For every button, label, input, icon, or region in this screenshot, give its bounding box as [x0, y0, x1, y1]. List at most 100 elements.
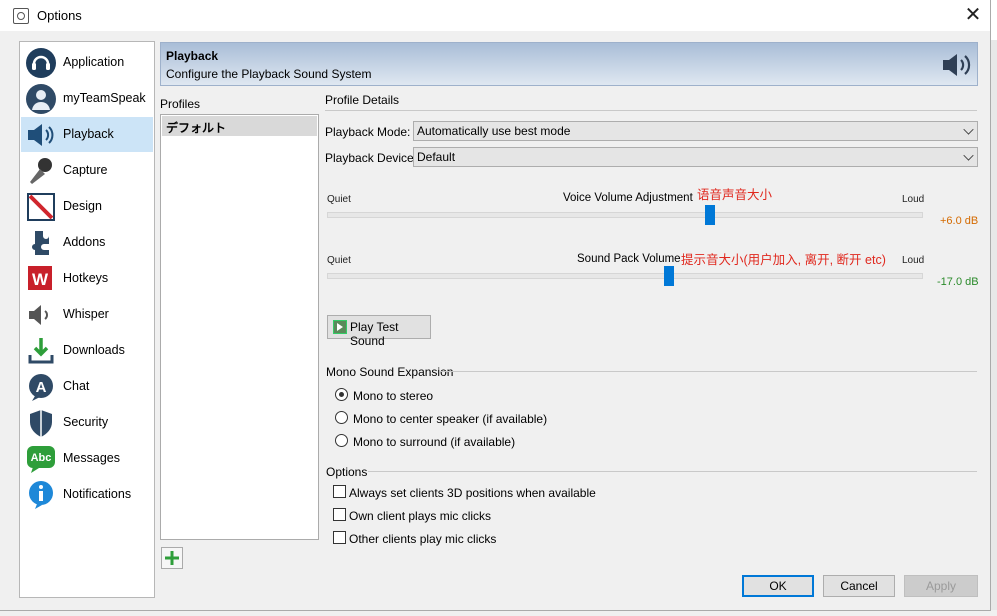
sound-pack-slider-track[interactable]	[327, 273, 923, 279]
other-mic-clicks-checkbox[interactable]	[333, 531, 346, 544]
playback-mode-label: Playback Mode:	[325, 125, 411, 139]
divider	[325, 110, 977, 111]
profiles-label: Profiles	[160, 97, 201, 111]
sound-pack-annotation: 提示音大小(用户加入, 离开, 断开 etc)	[681, 253, 886, 267]
apply-button[interactable]: Apply	[904, 575, 978, 597]
playback-mode-value: Automatically use best mode	[417, 124, 571, 138]
svg-text:Abc: Abc	[31, 452, 52, 464]
page-subtitle: Configure the Playback Sound System	[166, 67, 372, 81]
sidebar-item-addons[interactable]: Addons	[21, 225, 153, 260]
title-bar: Options ✕	[0, 0, 990, 31]
mono-to-center-label: Mono to center speaker (if available)	[353, 412, 548, 426]
sidebar-item-hotkeys[interactable]: W Hotkeys	[21, 261, 153, 296]
headset-icon	[25, 47, 57, 79]
sidebar-item-label: Security	[63, 415, 109, 429]
sidebar-item-messages[interactable]: Abc Messages	[21, 441, 153, 476]
own-mic-clicks-label: Own client plays mic clicks	[349, 509, 492, 523]
sidebar-item-capture[interactable]: Capture	[21, 153, 153, 188]
user-badge-icon	[25, 83, 57, 115]
add-profile-button[interactable]	[161, 547, 183, 569]
sidebar-item-security[interactable]: Security	[21, 405, 153, 440]
whisper-speaker-icon	[25, 299, 57, 331]
chevron-down-icon	[963, 124, 974, 135]
sidebar-item-label: Downloads	[63, 343, 125, 357]
sidebar-item-downloads[interactable]: Downloads	[21, 333, 153, 368]
sidebar-item-label: Chat	[63, 379, 90, 393]
play-test-sound-button[interactable]: Play Test Sound	[327, 315, 431, 348]
sound-pack-slider-thumb[interactable]	[663, 266, 674, 286]
always-3d-positions-label: Always set clients 3D positions when ava…	[349, 486, 596, 500]
voice-volume-annotation: 语音声音大小	[697, 188, 773, 202]
own-mic-clicks-checkbox[interactable]	[333, 508, 346, 521]
sidebar-item-myteamspeak[interactable]: myTeamSpeak	[21, 81, 153, 116]
sidebar-item-whisper[interactable]: Whisper	[21, 297, 153, 332]
profile-item-label: デフォルト	[166, 121, 227, 135]
mono-expansion-title: Mono Sound Expansion	[326, 365, 454, 379]
download-icon	[25, 335, 57, 367]
profile-item-default[interactable]: デフォルト	[162, 116, 317, 136]
play-test-sound-label: Play Test Sound	[350, 320, 399, 348]
hotkey-w-icon: W	[25, 263, 57, 295]
sound-pack-title: Sound Pack Volume	[577, 253, 681, 265]
divider	[368, 471, 977, 472]
profile-details-label: Profile Details	[325, 93, 400, 107]
svg-text:A: A	[36, 379, 47, 396]
sidebar-item-design[interactable]: Design	[21, 189, 153, 224]
mono-to-center-radio[interactable]	[335, 411, 348, 424]
mono-to-stereo-label: Mono to stereo	[353, 389, 434, 403]
sidebar-item-label: Application	[63, 55, 125, 69]
profiles-list[interactable]: デフォルト	[160, 114, 319, 540]
voice-volume-slider-track[interactable]	[327, 212, 923, 218]
sidebar-item-playback[interactable]: Playback	[21, 117, 153, 152]
sound-pack-db: -17.0 dB	[937, 276, 979, 288]
microphone-icon	[25, 155, 57, 187]
playback-device-value: Default	[417, 150, 456, 164]
sidebar-item-label: Messages	[63, 451, 120, 465]
design-icon	[25, 191, 57, 223]
info-icon	[25, 479, 57, 511]
sidebar-item-label: Capture	[63, 163, 108, 177]
close-icon[interactable]: ✕	[958, 2, 988, 28]
playback-mode-select[interactable]: Automatically use best mode	[413, 121, 978, 141]
play-icon	[333, 320, 347, 334]
options-window-icon	[13, 8, 29, 24]
page-title: Playback	[166, 49, 219, 63]
page-header: Playback Configure the Playback Sound Sy…	[160, 42, 978, 86]
sidebar-item-label: Design	[63, 199, 102, 213]
options-dialog: Options ✕ Application myTeamSpeak Playba…	[0, 0, 991, 611]
sidebar-item-label: Hotkeys	[63, 271, 109, 285]
sound-pack-loud-label: Loud	[902, 255, 925, 266]
sidebar-item-notifications[interactable]: Notifications	[21, 477, 153, 512]
sidebar-item-chat[interactable]: A Chat	[21, 369, 153, 404]
sidebar-item-label: myTeamSpeak	[63, 91, 146, 105]
speaker-icon	[941, 49, 973, 81]
messages-abc-icon: Abc	[25, 443, 57, 475]
sidebar-item-label: Notifications	[63, 487, 132, 501]
plus-icon	[165, 551, 179, 565]
speaker-icon	[25, 119, 57, 151]
divider	[440, 371, 977, 372]
mono-to-surround-label: Mono to surround (if available)	[353, 435, 516, 449]
voice-volume-slider-thumb[interactable]	[705, 205, 716, 225]
chat-a-icon: A	[25, 371, 57, 403]
cancel-button[interactable]: Cancel	[823, 575, 895, 597]
sidebar-item-label: Playback	[63, 127, 114, 141]
voice-volume-title: Voice Volume Adjustment	[563, 192, 693, 204]
shield-icon	[25, 407, 57, 439]
voice-volume-loud-label: Loud	[902, 194, 925, 205]
options-sidebar: Application myTeamSpeak Playback Capture…	[19, 41, 155, 598]
puzzle-icon	[25, 227, 57, 259]
svg-text:W: W	[32, 270, 49, 289]
chevron-down-icon	[963, 150, 974, 161]
mono-to-stereo-radio[interactable]	[335, 388, 348, 401]
playback-device-select[interactable]: Default	[413, 147, 978, 167]
always-3d-positions-checkbox[interactable]	[333, 485, 346, 498]
ok-button[interactable]: OK	[742, 575, 814, 597]
sidebar-item-label: Addons	[63, 235, 106, 249]
options-group-title: Options	[326, 465, 368, 479]
mono-to-surround-radio[interactable]	[335, 434, 348, 447]
sidebar-item-application[interactable]: Application	[21, 45, 153, 80]
window-title: Options	[37, 8, 82, 23]
sidebar-item-label: Whisper	[63, 307, 109, 321]
other-mic-clicks-label: Other clients play mic clicks	[349, 532, 497, 546]
